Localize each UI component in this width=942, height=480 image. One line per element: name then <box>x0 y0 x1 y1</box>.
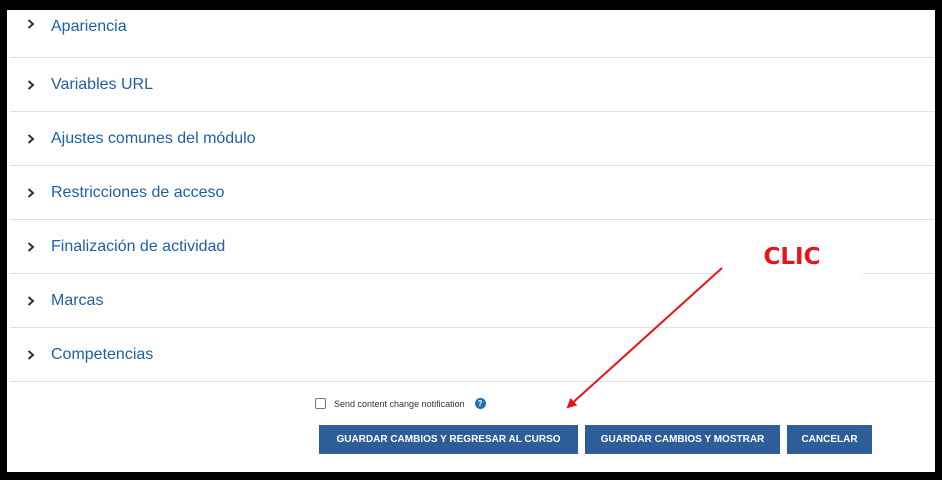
section-restricciones[interactable]: Restricciones de acceso <box>10 166 935 220</box>
section-label[interactable]: Competencias <box>51 346 153 364</box>
section-competencias[interactable]: Competencias <box>10 328 935 382</box>
save-display-button[interactable]: GUARDAR CAMBIOS Y MOSTRAR <box>585 425 780 454</box>
section-apariencia[interactable]: Apariencia <box>10 14 935 58</box>
save-return-button[interactable]: GUARDAR CAMBIOS Y REGRESAR AL CURSO <box>319 425 578 454</box>
section-label[interactable]: Variables URL <box>51 76 153 94</box>
chevron-right-icon <box>25 349 37 361</box>
settings-sections: Apariencia Variables URL Ajustes comunes… <box>10 14 935 382</box>
section-variables-url[interactable]: Variables URL <box>10 58 935 112</box>
chevron-right-icon <box>25 241 37 253</box>
form-buttons: GUARDAR CAMBIOS Y REGRESAR AL CURSO GUAR… <box>319 425 872 454</box>
notification-label[interactable]: Send content change notification <box>334 399 465 409</box>
section-ajustes-comunes[interactable]: Ajustes comunes del módulo <box>10 112 935 166</box>
chevron-right-icon <box>25 187 37 199</box>
section-label[interactable]: Marcas <box>51 292 103 310</box>
annotation-text: CLIC <box>763 244 821 270</box>
cancel-button[interactable]: CANCELAR <box>787 425 872 454</box>
annotation-callout: CLIC <box>721 228 863 286</box>
notification-row: Send content change notification ? <box>315 398 486 409</box>
section-label[interactable]: Restricciones de acceso <box>51 184 224 202</box>
notification-checkbox[interactable] <box>315 398 326 409</box>
chevron-right-icon <box>25 18 37 30</box>
chevron-right-icon <box>25 133 37 145</box>
chevron-right-icon <box>25 79 37 91</box>
section-label[interactable]: Apariencia <box>51 18 127 36</box>
section-label[interactable]: Ajustes comunes del módulo <box>51 130 256 148</box>
section-label[interactable]: Finalización de actividad <box>51 238 225 256</box>
question-circle-icon[interactable]: ? <box>474 398 486 409</box>
chevron-right-icon <box>25 295 37 307</box>
